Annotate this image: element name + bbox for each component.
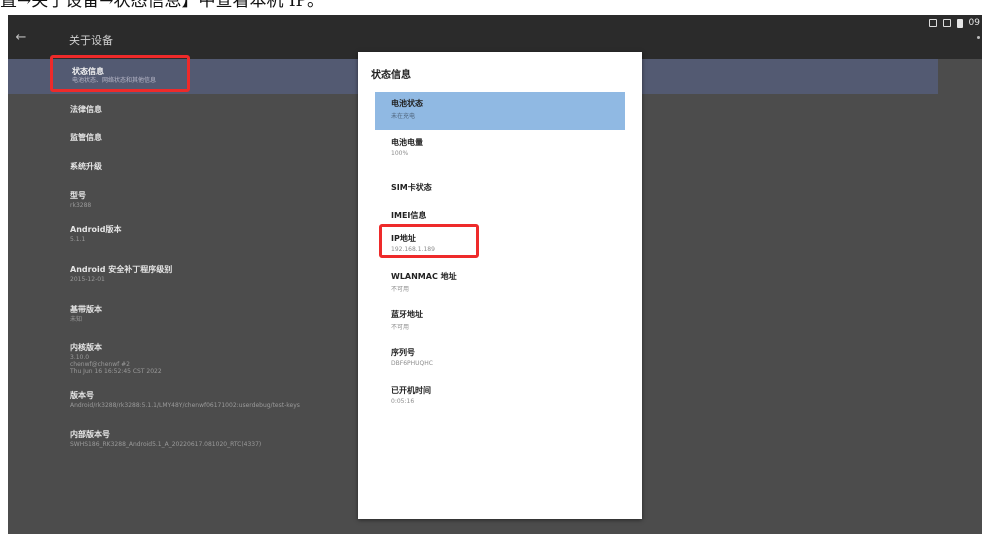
settings-item-subtitle: SWHS186_RK3288_Android5.1_A_20220617.081…: [70, 441, 262, 448]
dialog-item-title: WLANMAC 地址: [391, 272, 457, 281]
settings-item-title: 系统升级: [70, 162, 102, 171]
annotation-highlight-box: [50, 55, 190, 92]
settings-item-subtitle: 未知: [70, 316, 83, 323]
settings-item-title: Android 安全补丁程序级别: [70, 265, 173, 274]
settings-item-title: 内部版本号: [70, 430, 110, 439]
settings-item-title: 基带版本: [70, 305, 102, 314]
back-arrow-icon[interactable]: ←: [14, 31, 28, 45]
status-bar: 09: [928, 15, 982, 31]
dialog-title: 状态信息: [371, 70, 411, 81]
battery-icon: [956, 18, 963, 28]
status-info-dialog: 状态信息 电池状态 未在充电 电池电量 100% SIM卡状态 IMEI信息 I…: [358, 52, 642, 519]
dialog-item-bluetooth-address[interactable]: 蓝牙地址 不可用: [375, 303, 625, 341]
dialog-item-title: SIM卡状态: [391, 183, 432, 192]
settings-item-title: 监管信息: [70, 133, 102, 142]
caption-text: 置→关于设备→状态信息】中查看本机 IP。: [0, 0, 325, 11]
dialog-item-title: IMEI信息: [391, 211, 427, 220]
dialog-item-battery-level[interactable]: 电池电量 100%: [375, 131, 625, 169]
settings-item-subtitle: 5.1.1: [70, 236, 86, 243]
dialog-item-value: 100%: [391, 150, 409, 157]
dialog-item-uptime[interactable]: 已开机时间 0:05:16: [375, 379, 625, 417]
settings-item-title: 法律信息: [70, 105, 102, 114]
dialog-item-serial-number[interactable]: 序列号 DBF6PHUQHC: [375, 341, 625, 379]
settings-item-title: 内核版本: [70, 343, 102, 352]
dialog-item-title: 已开机时间: [391, 386, 431, 395]
settings-item-subtitle: Thu Jun 16 16:52:45 CST 2022: [70, 368, 162, 375]
dialog-item-value: 未在充电: [391, 113, 416, 120]
dialog-item-title: 序列号: [391, 348, 415, 357]
settings-item-subtitle: rk3288: [70, 202, 92, 209]
dialog-item-value: 0:05:16: [391, 398, 415, 405]
dialog-item-title: 电池电量: [391, 138, 423, 147]
settings-item-title: 型号: [70, 191, 86, 200]
settings-item-title: Android版本: [70, 225, 122, 234]
settings-item-title: 版本号: [70, 391, 94, 400]
dialog-item-value: 不可用: [391, 324, 410, 331]
screen-cast-icon: [942, 19, 951, 27]
overflow-menu-icon[interactable]: [977, 36, 980, 39]
dialog-item-battery-status[interactable]: 电池状态 未在充电: [375, 92, 625, 130]
settings-item-subtitle: Android/rk3288/rk3288:5.1.1/LMY48Y/chenw…: [70, 402, 300, 409]
settings-item-subtitle: 2015-12-01: [70, 276, 105, 283]
annotation-ip-highlight-box: [379, 224, 479, 258]
dialog-item-title: 蓝牙地址: [391, 310, 423, 319]
page-title: 关于设备: [69, 34, 113, 47]
status-time: 09: [968, 18, 980, 28]
dialog-item-wlan-mac[interactable]: WLANMAC 地址 不可用: [375, 265, 625, 303]
notification-icon: [928, 19, 937, 27]
android-screen: ← 关于设备 09 状态信息 电池状态、网络状态和其他信息 法律信息 监管信息 …: [8, 15, 982, 534]
dialog-item-title: 电池状态: [391, 99, 423, 108]
dialog-item-value: DBF6PHUQHC: [391, 360, 433, 367]
dialog-item-value: 不可用: [391, 286, 410, 293]
